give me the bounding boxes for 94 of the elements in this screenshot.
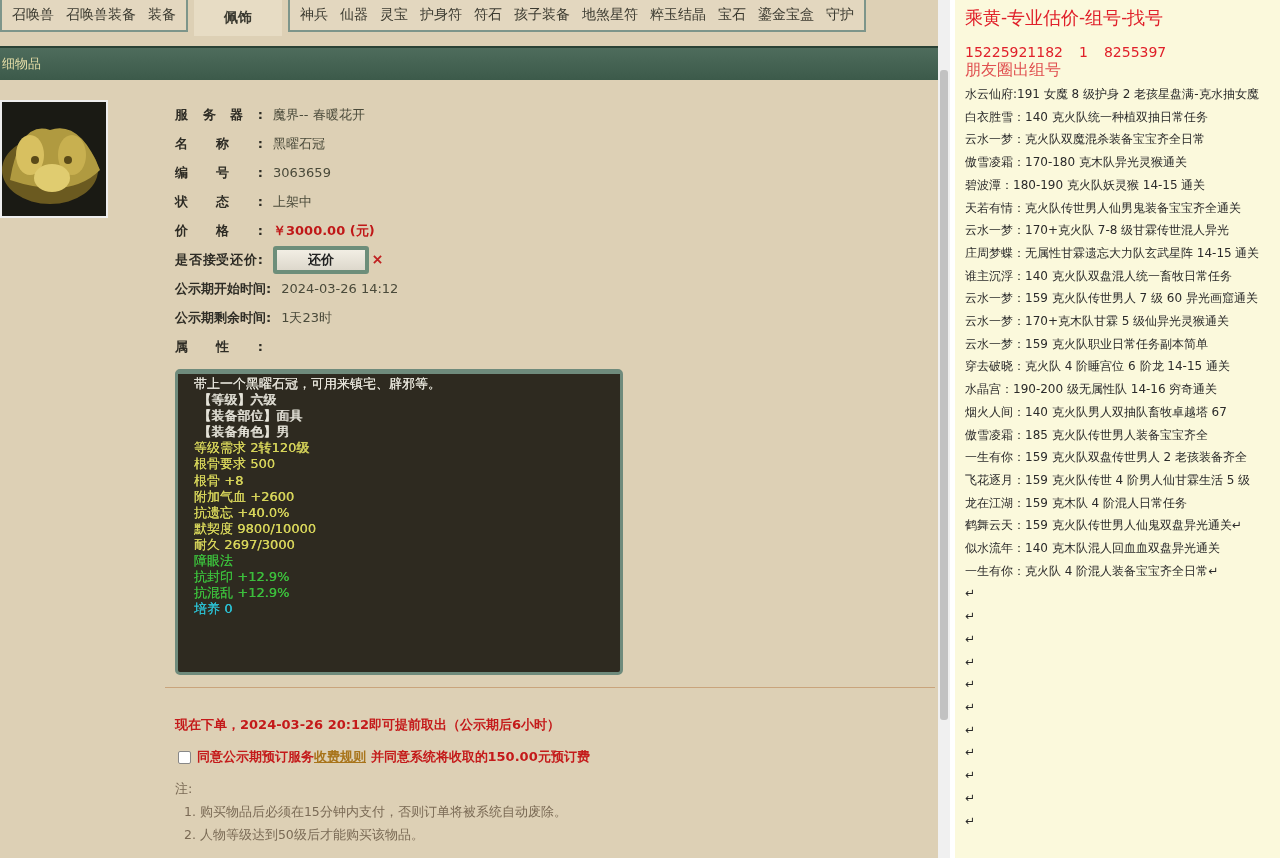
document-line: ↵	[965, 744, 977, 762]
attribute-line: 等级需求 2转120级	[194, 440, 310, 457]
section-title: 细物品	[2, 55, 41, 73]
category-tab[interactable]: 符石	[468, 6, 508, 24]
phone-number: 1	[1079, 44, 1088, 60]
document-subtitle: 朋友圈出组号	[965, 60, 1062, 81]
document-line: 傲雪凌霜：185 克火队传世男人装备宝宝齐全	[965, 426, 1209, 444]
attribute-line: 根骨 +8	[194, 472, 244, 489]
category-tab[interactable]: 粹玉结晶	[644, 6, 712, 24]
document-line: 云水一梦：159 克火队职业日常任务副本简单	[965, 335, 1209, 353]
field-label: 公示期开始时间:	[175, 279, 272, 298]
document-line: 水晶宫：190-200 级无属性队 14-16 穷奇通关	[965, 381, 1219, 399]
document-line: 傲雪凌霜：170-180 克木队异光灵猴通关	[965, 154, 1188, 172]
document-line: 一生有你：克火队 4 阶混人装备宝宝齐全日常↵	[965, 562, 1220, 580]
document-line: 龙在江湖：159 克木队 4 阶混人日常任务	[965, 494, 1188, 512]
note-item: 1. 购买物品后必须在15分钟内支付，否则订单将被系统自动废除。	[184, 804, 568, 821]
attribute-line: 培养 0	[194, 601, 233, 618]
document-line: 白衣胜雪：140 克火队统一种植双抽日常任务	[965, 108, 1209, 126]
attribute-line: 【装备部位】面具	[197, 408, 303, 425]
category-tab[interactable]: 孩子装备	[508, 6, 576, 24]
document-line: 云水一梦：170+克火队 7-8 级甘霖传世混人异光	[965, 222, 1231, 240]
document-line: 庄周梦蝶：无属性甘霖遗忘大力队玄武星阵 14-15 通关	[965, 244, 1261, 262]
field-label: 编号:	[175, 163, 263, 182]
document-line: 碧波潭：180-190 克火队妖灵猴 14-15 通关	[965, 176, 1207, 194]
attribute-line: 根骨要求 500	[194, 456, 275, 473]
document-line: ↵	[965, 789, 977, 807]
category-tab[interactable]: 宝石	[712, 6, 752, 24]
category-tab[interactable]: 地煞星符	[576, 6, 644, 24]
category-tab[interactable]: 佩饰	[218, 9, 258, 27]
attribute-line: 默契度 9800/10000	[194, 520, 316, 537]
category-tab[interactable]: 召唤兽	[6, 6, 60, 24]
category-tab[interactable]: 仙器	[334, 6, 374, 24]
order-notice: 现在下单，2024-03-26 20:12即可提前取出（公示期后6小时）	[175, 716, 562, 734]
category-tab[interactable]: 装备	[142, 6, 182, 24]
field-value: 1天23时	[281, 308, 333, 327]
attribute-line: 抗遗忘 +40.0%	[194, 504, 290, 521]
category-tab[interactable]: 灵宝	[374, 6, 414, 24]
document-line: 飞花逐月：159 克火队传世 4 阶男人仙甘霖生活 5 级	[965, 471, 1252, 489]
agreement-text: 同意公示期预订服务收费规则 并同意系统将收取的150.00元预订费	[197, 748, 590, 766]
field-label: 价格:	[175, 221, 263, 240]
field-label: 属性:	[175, 337, 263, 356]
attribute-line: 【等级】六级	[197, 392, 277, 409]
document-title: 乘黄-专业估价-组号-找号	[965, 6, 1165, 30]
document-line: ↵	[965, 699, 977, 716]
document-line: 鹤舞云天：159 克火队传世男人仙鬼双盘异光通关↵	[965, 517, 1243, 535]
field-value: 3063659	[273, 165, 331, 180]
document-line: 一生有你：159 克火队双盘传世男人 2 老孩装备齐全	[965, 449, 1248, 467]
attribute-line: 带上一个黑曜石冠，可用来镇宅、辟邪等。	[194, 376, 441, 393]
category-tab[interactable]: 召唤兽装备	[60, 6, 142, 24]
category-tab[interactable]: 神兵	[294, 6, 334, 24]
field-value: 魔界-- 春暖花开	[273, 105, 365, 124]
attribute-line: 附加气血 +2600	[194, 488, 295, 505]
cross-icon	[373, 255, 382, 264]
document-line: 天若有情：克火队传世男人仙男鬼装备宝宝齐全通关	[965, 199, 1242, 217]
field-value: 2024-03-26 14:12	[281, 281, 399, 296]
field-label: 名称:	[175, 134, 263, 153]
document-line: 水云仙府:191 女魔 8 级护身 2 老孩星盘满-克水抽女魔	[965, 86, 1260, 103]
counter-offer-button[interactable]: 还价	[273, 245, 369, 274]
document-line: ↵	[965, 676, 977, 694]
document-line: 烟火人间：140 克火队男人双抽队畜牧卓越塔 67	[965, 403, 1228, 421]
document-line: 穿去破晓：克火队 4 阶睡宫位 6 阶龙 14-15 通关	[965, 358, 1232, 376]
document-line: ↵	[965, 721, 977, 739]
field-value: 黑曜石冠	[273, 134, 325, 153]
document-line: 似水流年：140 克木队混人回血血双盘异光通关	[965, 540, 1221, 558]
attribute-line: 【装备角色】男	[197, 424, 290, 441]
notes-title: 注:	[175, 780, 194, 798]
category-tab[interactable]: 护身符	[414, 6, 468, 24]
document-line: ↵	[965, 630, 977, 648]
attribute-line: 抗混乱 +12.9%	[194, 585, 290, 602]
document-line: 云水一梦：克火队双魔混杀装备宝宝齐全日常	[965, 131, 1206, 149]
document-line: 云水一梦：159 克火队传世男人 7 级 60 异光画窟通关	[965, 290, 1259, 308]
agree-checkbox[interactable]	[178, 750, 191, 764]
document-line: ↵	[965, 608, 977, 626]
document-line: ↵	[965, 585, 977, 603]
field-label: 是否接受还价:	[175, 250, 263, 269]
category-tab[interactable]: 鎏金宝盒	[752, 6, 820, 24]
phone-number: 15225921182	[965, 44, 1063, 60]
attribute-line: 抗封印 +12.9%	[194, 569, 290, 586]
field-label: 状态:	[175, 192, 263, 211]
field-value: 上架中	[273, 192, 312, 211]
document-line: 云水一梦：170+克木队甘霖 5 级仙异光灵猴通关	[965, 313, 1231, 331]
phone-number: 8255397	[1103, 44, 1167, 60]
attribute-line: 耐久 2697/3000	[194, 536, 295, 554]
scrollbar[interactable]	[938, 0, 950, 858]
price-value: ￥3000.00 (元)	[273, 221, 375, 240]
field-label: 公示期剩余时间:	[175, 308, 272, 327]
document-line: ↵	[965, 812, 977, 830]
document-line: ↵	[965, 767, 977, 785]
attribute-line: 障眼法	[194, 553, 233, 570]
category-tab[interactable]: 守护	[820, 6, 860, 24]
document-line: ↵	[965, 653, 977, 671]
document-line: 谁主沉浮：140 克火队双盘混人统一畜牧日常任务	[965, 267, 1233, 285]
note-item: 2. 人物等级达到50级后才能购买该物品。	[184, 827, 425, 844]
field-label: 服务器:	[175, 105, 263, 124]
